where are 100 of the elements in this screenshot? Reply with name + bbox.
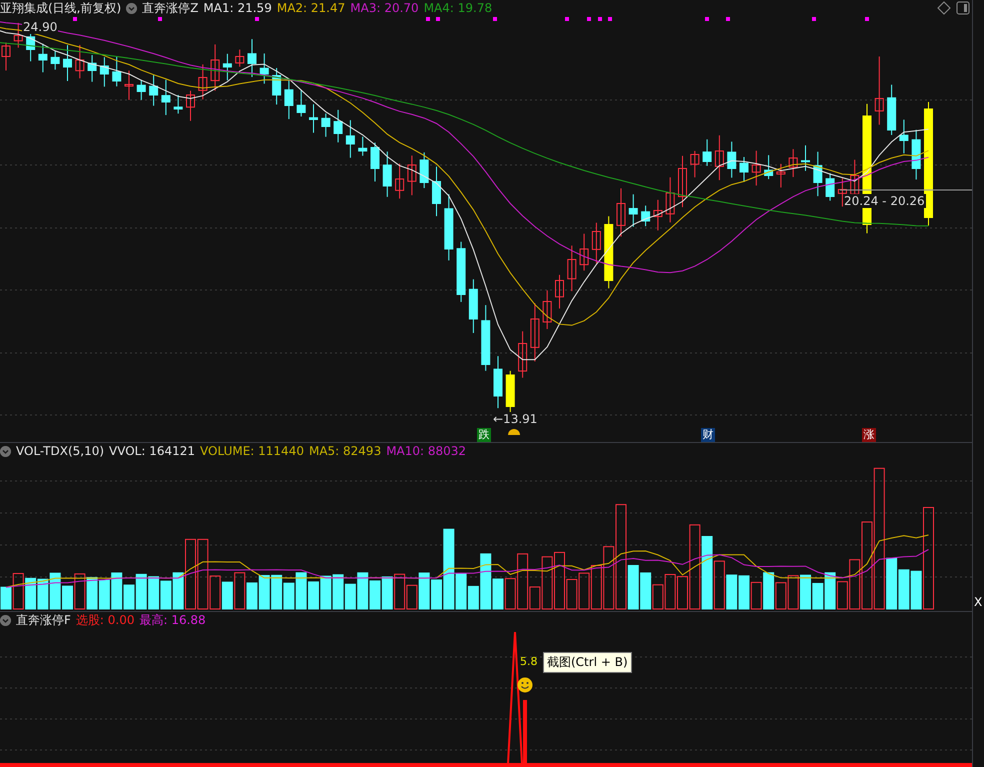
event-badge[interactable]: 涨	[862, 428, 876, 442]
event-badge[interactable]: 财	[701, 428, 715, 442]
candlestick	[309, 104, 318, 134]
indicator-value: 最高: 16.88	[139, 612, 206, 628]
candlestick	[494, 356, 502, 409]
volume-bar	[800, 574, 811, 610]
collapse-button[interactable]	[0, 446, 11, 456]
candlestick	[764, 154, 774, 180]
volume-bar	[763, 572, 774, 610]
candlestick	[38, 43, 48, 73]
candlestick	[346, 120, 355, 158]
candlestick	[628, 194, 638, 228]
candlestick	[530, 302, 540, 362]
candlestick	[2, 42, 10, 71]
volume-bar	[812, 582, 824, 610]
candlestick	[592, 222, 601, 264]
candlestick	[14, 22, 23, 48]
candlestick	[260, 52, 269, 84]
candlestick	[542, 290, 552, 330]
stock-title: 亚翔集成(日线,前复权)	[0, 0, 122, 16]
volume-bar	[738, 575, 750, 610]
volume-bar	[750, 582, 762, 610]
volume-bar	[271, 574, 282, 610]
candlestick	[788, 148, 798, 178]
candlestick	[222, 53, 232, 81]
candlestick	[826, 172, 835, 202]
candlestick	[641, 205, 650, 227]
candlestick	[321, 113, 330, 138]
candlestick	[284, 80, 294, 120]
candlestick	[124, 70, 134, 100]
candlestick	[186, 90, 195, 122]
peak-label: 5.8	[520, 655, 538, 668]
volume-bar	[234, 572, 246, 610]
axis-label: X	[974, 595, 982, 609]
candlestick	[912, 129, 921, 180]
volume-bar	[590, 565, 602, 610]
volume-bar	[296, 572, 307, 610]
candlestick	[382, 151, 392, 198]
candlestick	[714, 134, 724, 181]
volume-bar	[332, 574, 344, 610]
volume-bar	[824, 572, 836, 610]
candlestick	[370, 142, 380, 182]
collapse-button[interactable]	[0, 614, 11, 626]
indicator-value: MA4: 19.78	[424, 1, 492, 15]
candlestick	[899, 119, 908, 154]
volume-bar	[578, 572, 590, 610]
volume-bar	[222, 582, 233, 610]
indicator-value: MA1: 21.59	[203, 1, 272, 15]
indicator-value: VVOL: 164121	[109, 444, 196, 458]
candlestick	[420, 152, 429, 189]
price-label: 24.90	[22, 20, 58, 34]
candlestick	[174, 94, 183, 114]
candlestick	[678, 155, 687, 208]
candlestick	[334, 109, 343, 143]
candlestick	[149, 74, 158, 106]
volume-bar	[664, 574, 676, 610]
volume-bar	[37, 578, 48, 610]
volume-bar	[788, 575, 799, 610]
candlestick	[690, 150, 700, 178]
collapse-button[interactable]	[126, 2, 138, 14]
candlestick	[874, 56, 884, 126]
candlestick	[801, 144, 810, 172]
volume-bar	[86, 577, 98, 610]
candlestick	[752, 150, 761, 186]
event-badge[interactable]: 跌	[477, 428, 491, 442]
candlestick	[616, 188, 626, 238]
panel-toggle-icon[interactable]	[956, 1, 970, 15]
candlestick	[555, 274, 564, 309]
indicator-name: VOL-TDX(5,10)	[16, 444, 104, 458]
candlestick	[481, 304, 490, 372]
volume-bar	[258, 575, 270, 610]
candlestick	[296, 89, 306, 117]
candlestick	[235, 49, 244, 68]
volume-bar	[382, 576, 393, 610]
candlestick	[112, 56, 122, 87]
candlestick	[518, 330, 528, 378]
indicator-value: MA2: 21.47	[276, 1, 346, 15]
candlestick	[358, 136, 368, 156]
candlestick	[407, 155, 416, 196]
candlestick	[887, 84, 896, 136]
candlestick	[740, 156, 748, 182]
candlestick	[813, 151, 822, 197]
indicator-value: MA10: 88032	[386, 444, 466, 458]
volume-bar	[320, 576, 332, 610]
candlestick	[210, 44, 220, 92]
candlestick	[136, 79, 146, 100]
candlestick	[395, 163, 404, 200]
diamond-icon[interactable]	[937, 1, 951, 15]
candlestick	[580, 233, 589, 272]
candlestick	[248, 38, 256, 78]
volume-bar	[148, 576, 160, 610]
volume-bar	[370, 580, 380, 610]
candlestick	[88, 54, 97, 82]
volume-bar	[160, 580, 172, 610]
indicator-value: 选股: 0.00	[76, 612, 134, 628]
candlestick	[161, 79, 170, 116]
candlestick	[456, 241, 466, 302]
volume-bar	[898, 569, 910, 610]
candlestick	[100, 56, 109, 88]
candlestick	[198, 64, 208, 100]
